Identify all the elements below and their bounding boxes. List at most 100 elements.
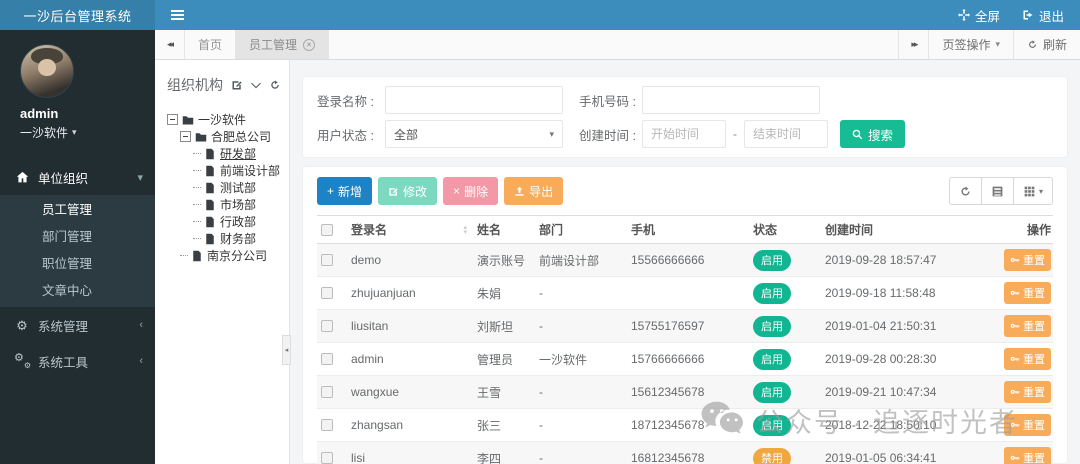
tab-员工管理[interactable]: 员工管理 — [236, 30, 330, 59]
sort-icon[interactable]: ▴ ▾ — [463, 224, 467, 236]
user-company: 一沙软件 — [20, 126, 69, 140]
tree-expander-icon[interactable] — [180, 131, 191, 142]
user-company-dropdown[interactable]: 一沙软件 ▾ — [20, 124, 155, 141]
reset-password-button[interactable]: 重置 — [1004, 348, 1051, 370]
add-button[interactable]: + 新增 — [317, 177, 373, 205]
sidebar-item-system-admin[interactable]: ⚙ 系统管理 ‹ — [0, 307, 155, 343]
range-separator: - — [732, 127, 737, 141]
tab-operations-label: 页签操作 — [942, 38, 991, 52]
tab-首页[interactable]: 首页 — [185, 30, 237, 59]
tree-node-行政部[interactable]: 行政部 — [167, 213, 281, 230]
reset-password-button[interactable]: 重置 — [1004, 315, 1051, 337]
search-button[interactable]: 搜索 — [839, 120, 905, 148]
row-checkbox[interactable] — [321, 452, 333, 464]
reset-password-button[interactable]: 重置 — [1004, 249, 1051, 271]
sidebar-toggle-button[interactable] — [155, 0, 199, 30]
status-badge: 启用 — [753, 414, 791, 436]
reset-password-button[interactable]: 重置 — [1004, 381, 1051, 403]
user-name: admin — [20, 106, 59, 121]
org-tree-panel: 组织机构 一沙软件 合肥总公司 研发部 前端设计部 测试部 市场部 行政部 财务部 南京分公司 — [155, 60, 290, 464]
tree-node-label: 研发部 — [220, 147, 257, 161]
cell-created: 2019-09-21 10:47:34 — [821, 375, 999, 409]
reset-button-label: 重置 — [1023, 255, 1045, 267]
cell-status: 禁用 — [749, 441, 821, 464]
logout-button[interactable]: 退出 — [1022, 6, 1064, 25]
sidebar-subitem-员工管理[interactable]: 员工管理 — [0, 197, 155, 224]
user-status-label: 用户状态 : — [317, 128, 374, 143]
fullscreen-button[interactable]: 全屏 — [957, 6, 1000, 25]
start-time-input[interactable] — [641, 120, 726, 148]
sign-out-icon — [1023, 10, 1033, 20]
row-checkbox[interactable] — [321, 419, 333, 431]
tree-expander-icon[interactable] — [167, 114, 178, 125]
table-row: lisi 李四 -16812345678 禁用 2019-01-05 06:34:41 重… — [317, 441, 1053, 464]
reset-password-button[interactable]: 重置 — [1004, 447, 1051, 464]
reset-password-button[interactable]: 重置 — [1004, 282, 1051, 304]
login-name-input[interactable] — [385, 86, 563, 114]
tree-node-财务部[interactable]: 财务部 — [167, 230, 281, 247]
column-header-创建时间: 创建时间 — [821, 215, 999, 244]
tree-connector — [193, 238, 201, 239]
row-checkbox[interactable] — [321, 320, 333, 332]
edit-button[interactable]: 修改 — [378, 177, 438, 205]
sidebar-submenu: 员工管理 部门管理 职位管理 文章中心 — [0, 195, 155, 307]
tabs-scroll-left-button[interactable]: ◂◂ — [155, 30, 185, 59]
logout-label: 退出 — [1038, 9, 1064, 24]
sidebar-subitem-部门管理[interactable]: 部门管理 — [0, 224, 155, 251]
row-checkbox[interactable] — [321, 353, 333, 365]
tree-node-前端设计部[interactable]: 前端设计部 — [167, 162, 281, 179]
column-header-登录名[interactable]: 登录名 ▴ ▾ — [347, 215, 473, 244]
cell-created: 2019-09-28 18:57:47 — [821, 243, 999, 277]
cell-login: admin — [347, 342, 473, 376]
toggle-view-button[interactable] — [981, 177, 1014, 205]
file-icon — [204, 148, 220, 160]
sidebar-item-system-tools[interactable]: ⚙ ⚙ 系统工具 ‹ — [0, 343, 155, 379]
table-refresh-button[interactable] — [949, 177, 982, 205]
column-header-label: 操作 — [1026, 223, 1051, 237]
column-header-label: 部门 — [539, 223, 564, 237]
delete-button[interactable]: × 删除 — [443, 177, 499, 205]
user-status-select[interactable]: 全部 ▾ — [385, 120, 563, 148]
cell-phone: 18712345678 — [627, 408, 749, 442]
tree-collapse-handle[interactable]: ◂ — [282, 334, 291, 365]
edit-icon[interactable] — [231, 79, 243, 91]
cell-actions: 重置 — [999, 243, 1053, 277]
sidebar-subitem-职位管理[interactable]: 职位管理 — [0, 251, 155, 278]
tab-close-icon[interactable] — [303, 38, 316, 51]
tab-refresh-button[interactable]: 刷新 — [1012, 30, 1080, 59]
column-header-label: 手机 — [631, 223, 656, 237]
row-checkbox[interactable] — [321, 386, 333, 398]
tree-node-市场部[interactable]: 市场部 — [167, 196, 281, 213]
search-button-label: 搜索 — [867, 128, 893, 143]
cell-dept: - — [535, 375, 627, 409]
user-avatar[interactable] — [20, 44, 74, 98]
tree-node-一沙软件[interactable]: 一沙软件 — [167, 111, 281, 128]
table-row: zhangsan 张三 -18712345678 启用 2018-12-22 18:50… — [317, 408, 1053, 442]
cell-login: zhujuanjuan — [347, 276, 473, 310]
select-all-checkbox[interactable] — [321, 223, 333, 236]
tree-node-合肥总公司[interactable]: 合肥总公司 — [167, 128, 281, 145]
top-navbar: 一沙后台管理系统 全屏 退出 — [0, 0, 1080, 30]
sidebar-subitem-文章中心[interactable]: 文章中心 — [0, 278, 155, 305]
user-panel: admin 一沙软件 ▾ — [0, 30, 155, 151]
tabs-scroll-right-button[interactable]: ▸▸ — [898, 30, 928, 59]
refresh-icon[interactable] — [269, 79, 281, 91]
columns-dropdown-button[interactable]: ▾ — [1013, 177, 1053, 205]
tree-node-测试部[interactable]: 测试部 — [167, 179, 281, 196]
end-time-input[interactable] — [743, 120, 828, 148]
cell-actions: 重置 — [999, 375, 1053, 409]
tree-node-南京分公司[interactable]: 南京分公司 — [167, 247, 281, 264]
sidebar-item-unit-org[interactable]: 单位组织 ▾ — [0, 159, 155, 195]
row-checkbox[interactable] — [321, 254, 333, 266]
row-checkbox[interactable] — [321, 287, 333, 299]
export-button[interactable]: 导出 — [504, 177, 564, 205]
status-badge: 禁用 — [753, 447, 791, 464]
phone-input[interactable] — [641, 86, 820, 114]
tab-operations-dropdown[interactable]: 页签操作 ▾ — [928, 30, 1013, 59]
tree-node-研发部[interactable]: 研发部 — [167, 145, 281, 162]
chevron-down-icon[interactable] — [250, 79, 262, 91]
folder-icon — [195, 131, 211, 143]
status-badge: 启用 — [753, 282, 791, 304]
upload-icon — [515, 186, 524, 196]
reset-password-button[interactable]: 重置 — [1004, 414, 1051, 436]
